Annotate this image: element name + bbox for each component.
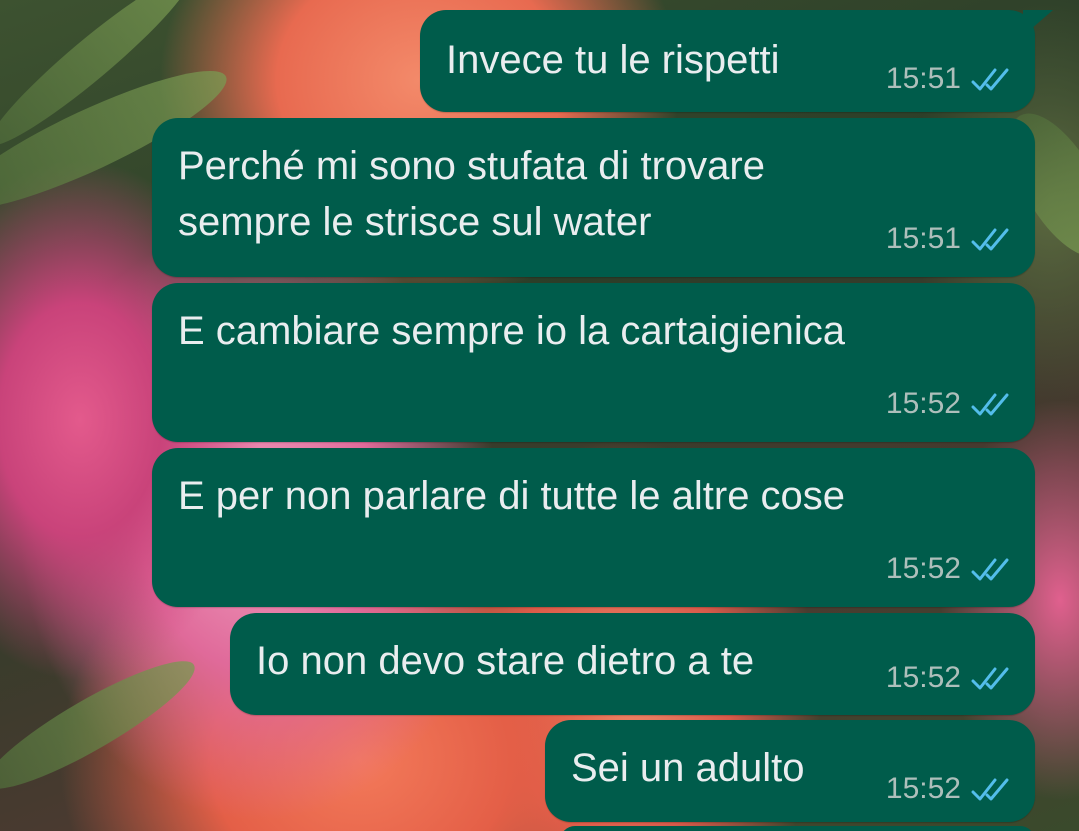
message-bubble[interactable]: E cambiare sempre io la cartaigienica 15… [152,283,1035,442]
message-text: Io non devo stare dietro a te [256,639,755,683]
double-check-read-icon [971,228,1009,251]
double-check-read-icon [971,778,1009,801]
message-meta: 15:52 [886,387,1013,421]
message-text: Sei un adulto [571,746,805,790]
message-time: 15:51 [885,222,961,255]
message-meta: 15:52 [886,772,1013,806]
message-meta: 15:52 [886,661,1013,695]
message-time: 15:52 [885,387,961,420]
message-bubble-partial[interactable] [560,826,1035,831]
message-time: 15:52 [885,772,961,805]
message-text: E per non parlare di tutte le altre cose [178,474,846,518]
message-meta: 15:52 [886,552,1013,586]
message-bubble[interactable]: Perché mi sono stufata di trovare sempre… [152,118,1035,277]
double-check-read-icon [971,667,1009,690]
message-bubble[interactable]: E per non parlare di tutte le altre cose… [152,448,1035,607]
message-text: E cambiare sempre io la cartaigienica [178,309,845,353]
message-meta: 15:51 [886,222,1013,256]
bubble-tail [1023,10,1053,36]
message-time: 15:52 [885,552,961,585]
wallpaper-leaf [0,643,207,807]
double-check-read-icon [971,393,1009,416]
message-time: 15:51 [885,62,961,95]
message-text: Perché mi sono stufata di trovare sempre… [178,144,765,244]
double-check-read-icon [971,558,1009,581]
message-time: 15:52 [885,661,961,694]
message-bubble[interactable]: Sei un adulto 15:52 [545,720,1035,822]
message-bubble[interactable]: Invece tu le rispetti 15:51 [420,10,1053,112]
message-meta: 15:51 [886,62,1013,96]
message-bubble[interactable]: Io non devo stare dietro a te 15:52 [230,613,1035,715]
message-text: Invece tu le rispetti [446,38,780,82]
double-check-read-icon [971,68,1009,91]
